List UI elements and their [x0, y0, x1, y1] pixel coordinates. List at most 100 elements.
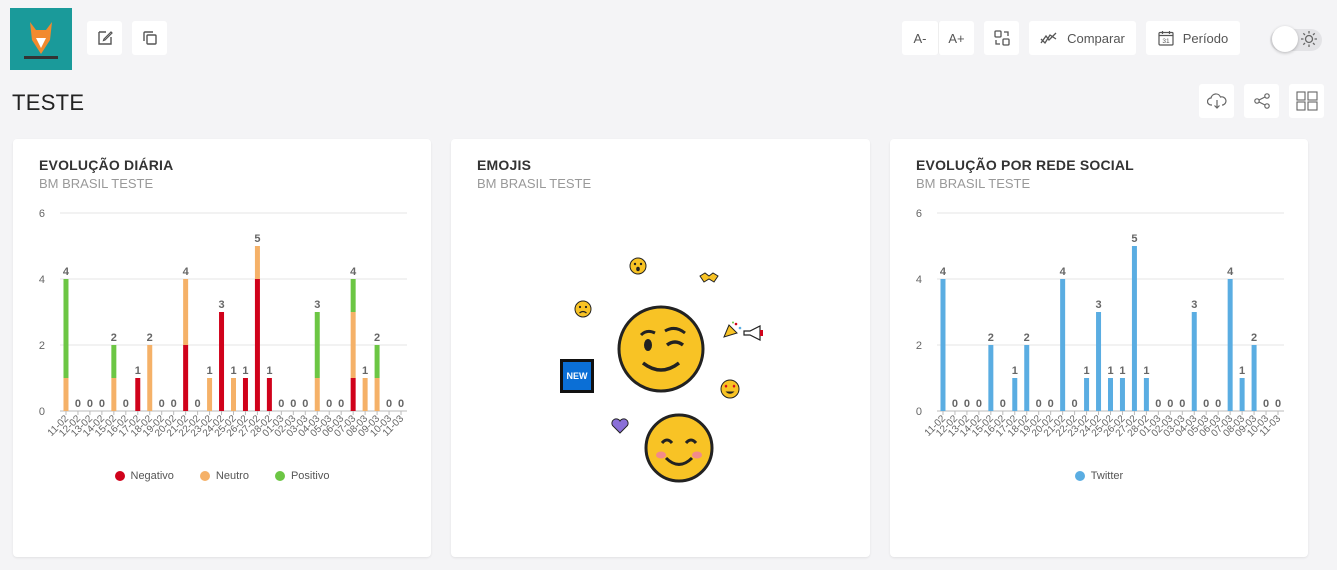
bar-chart: 024611-02412-02013-02014-02015-02216-020… [916, 208, 1284, 439]
legend-item-neutro[interactable]: Neutro [199, 470, 249, 482]
bar-segment [374, 345, 380, 378]
bar-segment [219, 312, 225, 411]
legend-dot [114, 471, 125, 481]
swap-layout-icon [993, 30, 1010, 46]
y-tick-label: 2 [39, 340, 45, 352]
data-label: 0 [278, 398, 284, 410]
card-title: EVOLUÇÃO DIÁRIA [39, 157, 174, 173]
bar-segment [1143, 378, 1149, 411]
bar-segment [350, 378, 356, 411]
data-label: 5 [1131, 233, 1137, 245]
new-button-icon[interactable]: NEW [560, 359, 594, 393]
data-label: 1 [266, 365, 272, 377]
legend-item-negativo[interactable]: Negativo [114, 470, 174, 482]
layout-swap-button[interactable] [984, 21, 1019, 55]
bar-segment [231, 378, 236, 411]
bar-segment [1239, 378, 1245, 411]
bar-segment [147, 345, 153, 411]
data-label: 0 [1203, 398, 1209, 410]
brand-logo[interactable] [10, 8, 72, 70]
legend-dot [199, 471, 210, 481]
y-tick-label: 6 [916, 208, 922, 220]
bar-segment [314, 312, 320, 378]
data-label: 0 [952, 398, 958, 410]
party-popper-icon[interactable] [722, 321, 742, 339]
duplicate-button[interactable] [132, 21, 167, 55]
compare-button[interactable]: Comparar [1029, 21, 1136, 55]
data-label: 0 [1048, 398, 1054, 410]
data-label: 0 [1167, 398, 1173, 410]
data-label: 1 [242, 365, 248, 377]
download-button[interactable] [1199, 84, 1234, 118]
data-label: 0 [1155, 398, 1161, 410]
data-label: 3 [1095, 299, 1101, 311]
bar-segment [362, 378, 368, 411]
data-label: 0 [1000, 398, 1006, 410]
bar-segment [63, 378, 69, 411]
share-button[interactable] [1244, 84, 1279, 118]
data-label: 1 [135, 365, 141, 377]
theme-toggle[interactable] [1270, 26, 1322, 52]
y-tick-label: 6 [39, 208, 45, 220]
data-label: 1 [207, 365, 213, 377]
legend-dot [1074, 471, 1085, 481]
y-tick-label: 0 [916, 406, 922, 418]
font-increase-label: A+ [948, 30, 965, 46]
data-label: 0 [326, 398, 332, 410]
edit-icon [97, 31, 113, 45]
data-label: 3 [1191, 299, 1197, 311]
card-social-evolution: EVOLUÇÃO POR REDE SOCIAL BM BRASIL TESTE… [890, 139, 1308, 557]
data-label: 0 [159, 398, 165, 410]
font-increase-button[interactable]: A+ [938, 21, 974, 55]
period-button[interactable]: 31 Período [1146, 21, 1240, 55]
card-daily-evolution: EVOLUÇÃO DIÁRIA BM BRASIL TESTE 0 2 4 6 11-0… [13, 139, 431, 557]
winking-face-icon[interactable] [617, 305, 705, 393]
bar-segment [254, 279, 260, 411]
bar-segment [1096, 312, 1102, 411]
data-label: 1 [1107, 365, 1113, 377]
data-label: 0 [290, 398, 296, 410]
data-label: 0 [1215, 398, 1221, 410]
legend-item-twitter[interactable]: Twitter [1074, 470, 1123, 482]
data-label: 4 [63, 266, 70, 278]
font-decrease-button[interactable]: A- [902, 21, 938, 55]
heart-eyes-face-icon[interactable] [720, 379, 740, 399]
handshake-icon[interactable] [699, 271, 719, 285]
smiling-face-icon[interactable] [644, 413, 714, 483]
bar-segment [350, 279, 356, 312]
bar-segment [1251, 345, 1257, 411]
astonished-face-icon[interactable] [629, 257, 647, 275]
y-tick-label: 2 [916, 340, 922, 352]
bar-segment [111, 345, 117, 378]
sun-icon [1301, 31, 1317, 47]
frowning-face-icon[interactable] [574, 300, 592, 318]
data-label: 0 [195, 398, 201, 410]
y-tick-label: 4 [916, 274, 922, 286]
card-title: EMOJIS [477, 157, 532, 173]
period-label: Período [1182, 30, 1229, 46]
data-label: 0 [302, 398, 308, 410]
data-label: 0 [1072, 398, 1078, 410]
data-label: 3 [218, 299, 224, 311]
bar-segment [1024, 345, 1030, 411]
bar-segment [183, 279, 189, 345]
data-label: 4 [1227, 266, 1234, 278]
font-decrease-label: A- [913, 30, 927, 46]
megaphone-icon[interactable] [742, 325, 764, 341]
new-badge-label: NEW [566, 371, 588, 381]
share-icon [1253, 93, 1270, 109]
dashboard-layout-button[interactable] [1289, 84, 1324, 118]
card-subtitle: BM BRASIL TESTE [916, 176, 1031, 191]
purple-heart-icon[interactable] [611, 418, 629, 434]
edit-button[interactable] [87, 21, 122, 55]
toggle-knob [1272, 26, 1298, 52]
data-label: 4 [350, 266, 357, 278]
legend-item-positivo[interactable]: Positivo [274, 470, 329, 482]
data-label: 1 [1012, 365, 1018, 377]
bar-segment [1108, 378, 1113, 411]
card-subtitle: BM BRASIL TESTE [39, 176, 154, 191]
data-label: 0 [1275, 398, 1281, 410]
card-subtitle: BM BRASIL TESTE [477, 176, 592, 191]
bar-segment [1191, 312, 1197, 411]
chart-legend: Negativo Neutro Positivo [13, 470, 431, 482]
